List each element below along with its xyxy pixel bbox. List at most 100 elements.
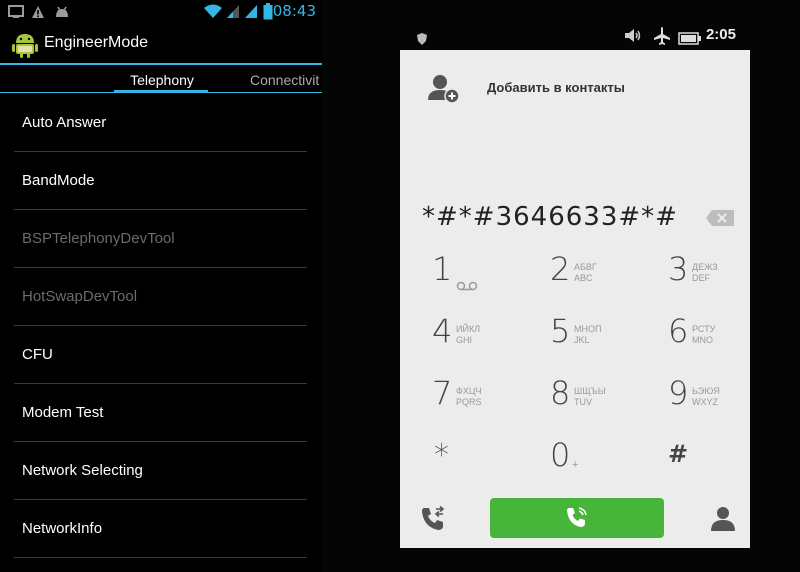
add-contact-icon	[428, 74, 460, 108]
key-letters-cyrillic: АБВГ	[574, 262, 597, 272]
key-8[interactable]: 8 ШЩЪЫ TUV	[538, 370, 648, 426]
menu-item-label: HotSwapDevTool	[22, 288, 138, 305]
key-digit: 3	[668, 250, 689, 288]
key-letters: АБВГ ABC	[574, 262, 597, 284]
key-letters-cyrillic: ДЕЖЗ	[692, 262, 718, 272]
menu-item-label: Network Selecting	[22, 462, 143, 479]
action-bar-divider	[0, 63, 322, 65]
add-to-contacts-row[interactable]: Добавить в контакты	[400, 50, 750, 126]
key-letters-latin: WXYZ	[692, 397, 718, 407]
phone-status-bar: 2:05	[405, 22, 750, 50]
engineer-mode-screen: 08:43 EngineerMode Telephony Connectivit…	[0, 0, 322, 572]
call-log-icon[interactable]	[420, 505, 446, 536]
key-7[interactable]: 7 ФХЦЧ PQRS	[420, 370, 530, 426]
status-time: 08:43	[272, 2, 316, 20]
key-letters: ФХЦЧ PQRS	[456, 386, 482, 408]
key-letters-latin: PQRS	[456, 397, 482, 407]
airplane-icon	[653, 27, 671, 49]
key-letters-cyrillic: МНОП	[574, 324, 602, 334]
key-letters-latin: DEF	[692, 273, 710, 283]
key-letters: ИЙКЛ GHI	[456, 324, 480, 346]
divider	[14, 557, 307, 558]
contacts-icon[interactable]	[710, 506, 736, 536]
key-letters-cyrillic: ФХЦЧ	[456, 386, 482, 396]
menu-item-bsp-telephony-devtool: BSPTelephonyDevTool	[0, 210, 322, 268]
call-button[interactable]	[490, 498, 664, 538]
tab-telephony[interactable]: Telephony	[116, 72, 208, 88]
signal-icon	[226, 3, 240, 23]
backspace-icon[interactable]	[706, 210, 734, 226]
screenshot-icon	[8, 4, 24, 23]
key-6[interactable]: 6 РСТУ MNO	[656, 308, 766, 364]
key-digit: 0	[550, 436, 571, 474]
key-1[interactable]: 1	[420, 246, 530, 302]
key-digit: *	[434, 438, 449, 473]
menu-item-cfu[interactable]: CFU	[0, 326, 322, 384]
battery-icon	[263, 3, 273, 24]
voicemail-icon	[456, 276, 478, 295]
key-letters: ШЩЪЫ TUV	[574, 386, 606, 408]
dialer-bottom-bar	[400, 494, 750, 548]
menu-item-label: Auto Answer	[22, 114, 107, 131]
signal-icon	[244, 3, 258, 23]
key-letters: РСТУ MNO	[692, 324, 715, 346]
menu-item-bandmode[interactable]: BandMode	[0, 152, 322, 210]
key-digit: 2	[550, 250, 571, 288]
key-digit: 4	[432, 312, 453, 350]
key-digit: 9	[668, 374, 689, 412]
add-to-contacts-label: Добавить в контакты	[487, 80, 625, 95]
key-letters: МНОП JKL	[574, 324, 601, 346]
menu-item-label: BSPTelephonyDevTool	[22, 230, 175, 247]
tab-connectivity[interactable]: Connectivit	[250, 72, 319, 88]
key-3[interactable]: 3 ДЕЖЗ DEF	[656, 246, 766, 302]
key-0[interactable]: 0 +	[538, 432, 648, 488]
key-digit: #	[668, 440, 689, 468]
status-bar: 08:43	[0, 0, 322, 24]
tab-bar: Telephony Connectivit	[0, 66, 322, 94]
key-letters-cyrillic: РСТУ	[692, 324, 716, 334]
key-letters-latin: ABC	[574, 273, 593, 283]
phone-icon	[566, 507, 588, 533]
key-digit: 8	[550, 374, 571, 412]
key-star[interactable]: *	[420, 432, 530, 488]
menu-item-hotswap-devtool: HotSwapDevTool	[0, 268, 322, 326]
key-9[interactable]: 9 ЬЭЮЯ WXYZ	[656, 370, 766, 426]
key-letters-latin: GHI	[456, 335, 473, 345]
key-digit: 1	[432, 250, 453, 288]
menu-item-label: BandMode	[22, 172, 95, 189]
key-4[interactable]: 4 ИЙКЛ GHI	[420, 308, 530, 364]
key-letters-cyrillic: ШЩЪЫ	[574, 386, 606, 396]
key-hash[interactable]: #	[656, 432, 766, 488]
warning-icon	[31, 4, 45, 23]
key-letters-cyrillic: ЬЭЮЯ	[692, 386, 720, 396]
menu-item-auto-answer[interactable]: Auto Answer	[0, 94, 322, 152]
tab-bar-divider	[0, 92, 322, 93]
key-5[interactable]: 5 МНОП JKL	[538, 308, 648, 364]
battery-icon	[678, 30, 702, 49]
phone-status-time: 2:05	[705, 26, 736, 43]
android-debug-icon	[54, 4, 70, 23]
key-digit: 6	[668, 312, 689, 350]
dialed-number-field[interactable]: *#*#3646633#*#	[422, 202, 678, 232]
key-digit: 5	[550, 312, 571, 350]
shield-icon	[417, 30, 427, 49]
dialer-screen: Добавить в контакты *#*#3646633#*# 1 2 А…	[400, 50, 750, 548]
key-letters-plus: +	[572, 459, 579, 471]
menu-item-networkinfo[interactable]: NetworkInfo	[0, 500, 322, 558]
android-icon	[12, 31, 38, 63]
key-letters: ДЕЖЗ DEF	[692, 262, 718, 284]
key-letters-cyrillic: ИЙКЛ	[456, 324, 481, 334]
volume-mute-icon	[624, 28, 642, 47]
action-bar: EngineerMode	[0, 24, 322, 66]
menu-list: Auto Answer BandMode BSPTelephonyDevTool…	[0, 94, 322, 558]
menu-item-label: CFU	[22, 346, 53, 363]
menu-item-modem-test[interactable]: Modem Test	[0, 384, 322, 442]
key-digit: 7	[432, 374, 453, 412]
wifi-icon	[203, 3, 223, 23]
menu-item-label: Modem Test	[22, 404, 104, 421]
menu-item-network-selecting[interactable]: Network Selecting	[0, 442, 322, 500]
app-title: EngineerMode	[44, 34, 149, 51]
menu-item-label: NetworkInfo	[22, 520, 103, 537]
key-letters-latin: TUV	[574, 397, 592, 407]
key-2[interactable]: 2 АБВГ ABC	[538, 246, 648, 302]
